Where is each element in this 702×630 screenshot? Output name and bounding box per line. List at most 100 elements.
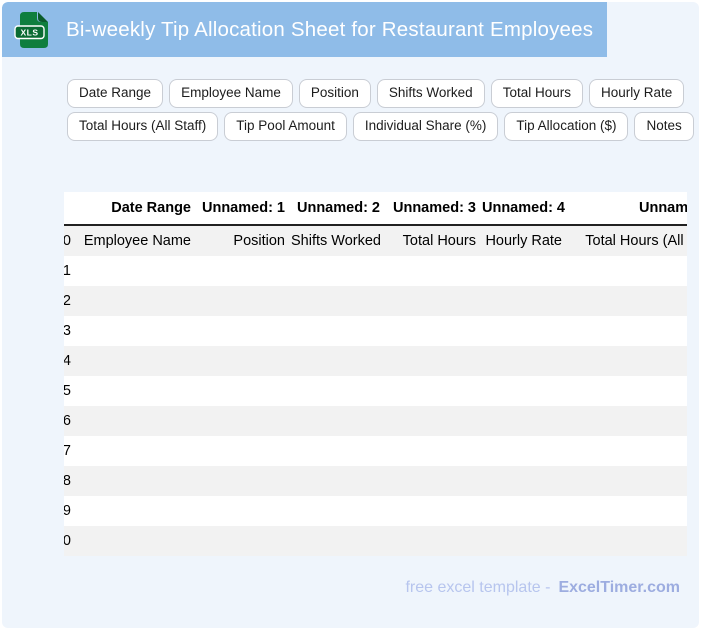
cell bbox=[482, 316, 568, 346]
cell bbox=[568, 526, 687, 556]
cell bbox=[291, 346, 386, 376]
cell bbox=[386, 436, 482, 466]
cell bbox=[71, 286, 197, 316]
page-title: Bi-weekly Tip Allocation Sheet for Resta… bbox=[66, 17, 594, 41]
cell bbox=[386, 346, 482, 376]
field-chip-list: Date Range Employee Name Position Shifts Wo… bbox=[67, 79, 699, 141]
column-header-unnamed-1: Unnamed: 1 bbox=[197, 192, 291, 226]
title-bar: XLS Bi-weekly Tip Allocation Sheet for R… bbox=[2, 2, 607, 57]
column-header-unnamed-2: Unnamed: 2 bbox=[291, 192, 386, 226]
index-column-header bbox=[64, 192, 71, 226]
cell bbox=[197, 316, 291, 346]
table-row: 2 bbox=[64, 286, 687, 316]
cell: Hourly Rate bbox=[485, 233, 562, 249]
cell bbox=[197, 406, 291, 436]
cell bbox=[482, 496, 568, 526]
cell bbox=[197, 256, 291, 286]
footer-text: free excel template - bbox=[405, 579, 551, 596]
cell bbox=[482, 466, 568, 496]
column-header-date-range: Date Range bbox=[71, 192, 197, 226]
cell: Shifts Worked bbox=[291, 233, 381, 249]
cell bbox=[291, 376, 386, 406]
cell bbox=[291, 316, 386, 346]
row-index: 1 bbox=[64, 263, 71, 279]
cell bbox=[71, 316, 197, 346]
chip-tip-allocation[interactable]: Tip Allocation ($) bbox=[504, 111, 629, 141]
cell bbox=[71, 376, 197, 406]
row-index: 7 bbox=[64, 443, 71, 459]
cell bbox=[291, 526, 386, 556]
cell bbox=[386, 496, 482, 526]
cell bbox=[568, 406, 687, 436]
column-header-unnamed-5: Unnamed: 5 bbox=[568, 192, 687, 226]
table-row: 5 bbox=[64, 376, 687, 406]
chip-notes[interactable]: Notes bbox=[634, 111, 694, 141]
cell bbox=[71, 496, 197, 526]
chip-total-hours-all-staff[interactable]: Total Hours (All Staff) bbox=[67, 111, 219, 141]
cell bbox=[568, 496, 687, 526]
row-index: 5 bbox=[64, 383, 71, 399]
cell bbox=[197, 436, 291, 466]
cell bbox=[197, 286, 291, 316]
folded-corner bbox=[38, 11, 48, 22]
cell bbox=[197, 376, 291, 406]
cell bbox=[71, 436, 197, 466]
cell bbox=[386, 406, 482, 436]
sheet-preview: Date Range Unnamed: 1 Unnamed: 2 Unnamed: 3… bbox=[64, 192, 687, 556]
cell bbox=[71, 406, 197, 436]
chip-total-hours[interactable]: Total Hours bbox=[490, 79, 583, 108]
footer: free excel template - ExcelTimer.com bbox=[405, 579, 680, 597]
row-index: 3 bbox=[64, 323, 71, 339]
cell bbox=[386, 466, 482, 496]
cell bbox=[71, 466, 197, 496]
cell bbox=[197, 526, 291, 556]
cell bbox=[568, 316, 687, 346]
cell bbox=[568, 286, 687, 316]
header-row: Date Range Unnamed: 1 Unnamed: 2 Unnamed: 3… bbox=[64, 192, 687, 226]
row-index: 4 bbox=[64, 353, 71, 369]
cell bbox=[197, 466, 291, 496]
footer-brand-link[interactable]: ExcelTimer.com bbox=[558, 579, 680, 596]
cell bbox=[482, 436, 568, 466]
cell bbox=[291, 496, 386, 526]
badge-label: XLS bbox=[20, 27, 38, 37]
cell: Position bbox=[233, 233, 285, 249]
table-row: 9 bbox=[64, 496, 687, 526]
cell bbox=[386, 526, 482, 556]
cell bbox=[482, 346, 568, 376]
cell bbox=[71, 256, 197, 286]
cell bbox=[197, 496, 291, 526]
column-header-unnamed-4: Unnamed: 4 bbox=[482, 192, 568, 226]
template-preview-page: XLS Bi-weekly Tip Allocation Sheet for R… bbox=[2, 2, 699, 628]
row-index: 6 bbox=[64, 413, 71, 429]
chip-position[interactable]: Position bbox=[298, 79, 371, 108]
row-index: 2 bbox=[64, 293, 71, 309]
cell bbox=[482, 406, 568, 436]
cell bbox=[71, 526, 197, 556]
table-row: 4 bbox=[64, 346, 687, 376]
chip-date-range[interactable]: Date Range bbox=[67, 79, 164, 108]
chip-hourly-rate[interactable]: Hourly Rate bbox=[588, 79, 685, 108]
table-row: 7 bbox=[64, 436, 687, 466]
chip-individual-share[interactable]: Individual Share (%) bbox=[352, 111, 499, 141]
cell bbox=[291, 466, 386, 496]
cell bbox=[482, 256, 568, 286]
sheet-table: Date Range Unnamed: 1 Unnamed: 2 Unnamed: 3… bbox=[64, 192, 687, 556]
cell bbox=[291, 436, 386, 466]
chip-employee-name[interactable]: Employee Name bbox=[169, 79, 293, 108]
xls-file-icon: XLS bbox=[14, 11, 48, 48]
table-row: 8 bbox=[64, 466, 687, 496]
cell bbox=[386, 376, 482, 406]
table-row: 3 bbox=[64, 316, 687, 346]
cell bbox=[568, 436, 687, 466]
cell bbox=[197, 346, 291, 376]
table-row: 6 bbox=[64, 406, 687, 436]
table-row: 1 bbox=[64, 256, 687, 286]
cell: Employee Name bbox=[83, 233, 191, 249]
chip-shifts-worked[interactable]: Shifts Worked bbox=[376, 79, 485, 108]
cell bbox=[386, 316, 482, 346]
cell bbox=[568, 346, 687, 376]
chip-tip-pool-amount[interactable]: Tip Pool Amount bbox=[224, 111, 347, 141]
cell bbox=[71, 346, 197, 376]
row-index: 9 bbox=[64, 503, 71, 519]
